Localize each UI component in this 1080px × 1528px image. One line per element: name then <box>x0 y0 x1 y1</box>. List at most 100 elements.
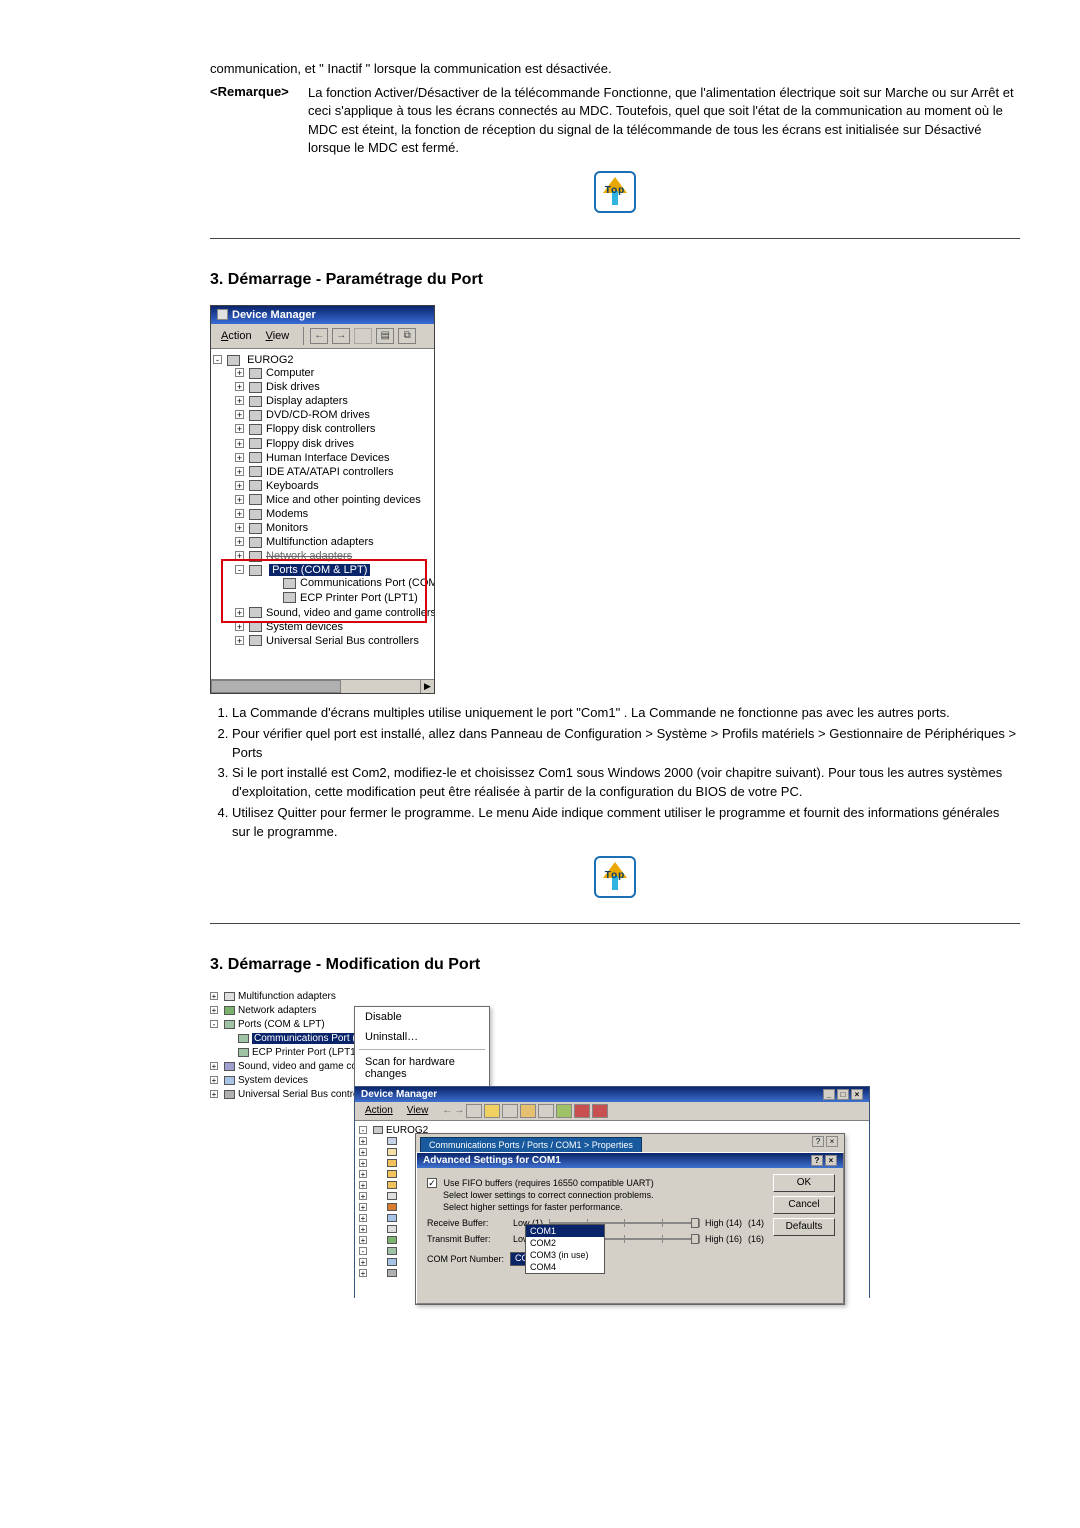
tree-item-fdc[interactable]: Floppy disk controllers <box>266 424 375 436</box>
mini-tree-net[interactable]: Network adapters <box>238 1005 316 1016</box>
help-icon[interactable]: ? <box>812 1136 824 1147</box>
twisty-icon[interactable]: - <box>213 355 222 364</box>
back-to-top-button[interactable]: Top <box>594 171 636 213</box>
twisty-icon[interactable]: + <box>235 439 244 448</box>
cancel-button[interactable]: Cancel <box>773 1196 835 1214</box>
maximize-icon[interactable]: □ <box>837 1089 849 1100</box>
tree-item-sys[interactable]: System devices <box>266 621 343 633</box>
scrollbar-thumb[interactable] <box>211 680 341 693</box>
twisty-icon[interactable]: + <box>235 551 244 560</box>
toolbar-back-icon[interactable]: ← <box>310 328 328 344</box>
twisty-icon[interactable]: + <box>235 396 244 405</box>
tree-item-fdd[interactable]: Floppy disk drives <box>266 438 354 450</box>
twisty-icon[interactable]: + <box>235 410 244 419</box>
toolbar-btn-icon[interactable] <box>538 1104 554 1118</box>
twisty-icon[interactable]: + <box>235 509 244 518</box>
close-icon[interactable]: × <box>826 1136 838 1147</box>
twisty-icon[interactable]: + <box>359 1258 367 1266</box>
tree-item-sound[interactable]: Sound, video and game controllers <box>266 607 434 619</box>
toolbar-btn-icon[interactable] <box>484 1104 500 1118</box>
ctx-disable[interactable]: Disable <box>355 1007 489 1027</box>
properties-tab[interactable]: Communications Ports / Ports / COM1 > Pr… <box>420 1137 642 1152</box>
ctx-uninstall[interactable]: Uninstall… <box>355 1027 489 1047</box>
twisty-icon[interactable]: + <box>235 495 244 504</box>
mini-tree-multi[interactable]: Multifunction adapters <box>238 991 336 1002</box>
twisty-icon[interactable]: + <box>235 636 244 645</box>
scrollbar-right-arrow-icon[interactable]: ▶ <box>420 680 434 693</box>
twisty-icon[interactable]: + <box>359 1148 367 1156</box>
twisty-icon[interactable]: + <box>235 467 244 476</box>
horizontal-scrollbar[interactable]: ▶ <box>211 679 434 693</box>
ok-button[interactable]: OK <box>773 1174 835 1192</box>
com-option[interactable]: COM4 <box>526 1261 604 1273</box>
tree-item-lpt1[interactable]: ECP Printer Port (LPT1) <box>300 592 418 604</box>
twisty-icon[interactable]: + <box>235 368 244 377</box>
mini-tree-sys[interactable]: System devices <box>238 1075 308 1086</box>
menu-action[interactable]: Action <box>215 329 258 343</box>
toolbar-forward-icon[interactable]: → <box>332 328 350 344</box>
com-option[interactable]: COM2 <box>526 1237 604 1249</box>
tree-item-kb[interactable]: Keyboards <box>266 480 319 492</box>
twisty-icon[interactable]: + <box>359 1181 367 1189</box>
tree-item-mouse[interactable]: Mice and other pointing devices <box>266 494 421 506</box>
tree-item-hid[interactable]: Human Interface Devices <box>266 452 390 464</box>
twisty-icon[interactable]: + <box>359 1137 367 1145</box>
twisty-icon[interactable]: + <box>235 481 244 490</box>
twisty-icon[interactable]: + <box>235 537 244 546</box>
toolbar-btn-icon[interactable] <box>556 1104 572 1118</box>
checkbox-icon[interactable]: ✓ <box>427 1178 437 1188</box>
twisty-icon[interactable]: + <box>235 424 244 433</box>
menu-action[interactable]: Action <box>359 1105 399 1116</box>
tree-item-display[interactable]: Display adapters <box>266 395 348 407</box>
tree-item-multi[interactable]: Multifunction adapters <box>266 536 374 548</box>
mini-tree-lpt[interactable]: ECP Printer Port (LPT1) <box>252 1047 359 1058</box>
toolbar-btn-icon[interactable] <box>520 1104 536 1118</box>
tree-item-monitor[interactable]: Monitors <box>266 522 308 534</box>
toolbar-btn-icon[interactable] <box>466 1104 482 1118</box>
tree-item-net[interactable]: Network adapters <box>266 550 352 562</box>
close-icon[interactable]: × <box>851 1089 863 1100</box>
twisty-icon[interactable]: + <box>359 1159 367 1167</box>
twisty-icon[interactable]: + <box>359 1225 367 1233</box>
twisty-icon[interactable]: - <box>235 565 244 574</box>
twisty-icon[interactable]: + <box>359 1192 367 1200</box>
help-icon[interactable]: ? <box>811 1155 823 1166</box>
twisty-icon[interactable]: + <box>210 992 218 1000</box>
toolbar-tree-icon[interactable]: ⧉ <box>398 328 416 344</box>
menu-view[interactable]: View <box>260 329 296 343</box>
toolbar-btn-icon[interactable] <box>592 1104 608 1118</box>
mini-tree-ports[interactable]: Ports (COM & LPT) <box>238 1019 325 1030</box>
tree-item-disk[interactable]: Disk drives <box>266 381 320 393</box>
twisty-icon[interactable]: - <box>359 1126 367 1134</box>
toolbar-btn-icon[interactable] <box>574 1104 590 1118</box>
twisty-icon[interactable]: + <box>210 1090 218 1098</box>
toolbar-btn-icon[interactable] <box>502 1104 518 1118</box>
tree-item-usb[interactable]: Universal Serial Bus controllers <box>266 635 419 647</box>
tree-item-dvd[interactable]: DVD/CD-ROM drives <box>266 409 370 421</box>
tree-item-ports[interactable]: Ports (COM & LPT) <box>269 564 370 576</box>
twisty-icon[interactable]: + <box>359 1170 367 1178</box>
twisty-icon[interactable]: + <box>235 608 244 617</box>
back-to-top-button[interactable]: Top <box>594 856 636 898</box>
twisty-icon[interactable]: + <box>235 622 244 631</box>
toolbar-up-icon[interactable] <box>354 328 372 344</box>
defaults-button[interactable]: Defaults <box>773 1218 835 1236</box>
twisty-icon[interactable]: + <box>359 1214 367 1222</box>
tree-item-ide[interactable]: IDE ATA/ATAPI controllers <box>266 466 394 478</box>
close-icon[interactable]: × <box>825 1155 837 1166</box>
tree-item-modem[interactable]: Modems <box>266 508 308 520</box>
twisty-icon[interactable]: + <box>210 1076 218 1084</box>
minimize-icon[interactable]: _ <box>823 1089 835 1100</box>
tree-root[interactable]: EUROG2 <box>247 354 293 366</box>
twisty-icon[interactable]: + <box>235 382 244 391</box>
slider-thumb[interactable] <box>691 1234 699 1244</box>
com-port-dropdown[interactable]: COM1 COM2 COM3 (in use) COM4 <box>525 1224 605 1274</box>
twisty-icon[interactable]: - <box>359 1247 367 1255</box>
twisty-icon[interactable]: + <box>210 1062 218 1070</box>
twisty-icon[interactable]: + <box>359 1203 367 1211</box>
twisty-icon[interactable]: + <box>210 1006 218 1014</box>
twisty-icon[interactable]: + <box>235 453 244 462</box>
twisty-icon[interactable]: + <box>359 1269 367 1277</box>
ctx-scan[interactable]: Scan for hardware changes <box>355 1052 489 1084</box>
com-option[interactable]: COM1 <box>526 1225 604 1237</box>
